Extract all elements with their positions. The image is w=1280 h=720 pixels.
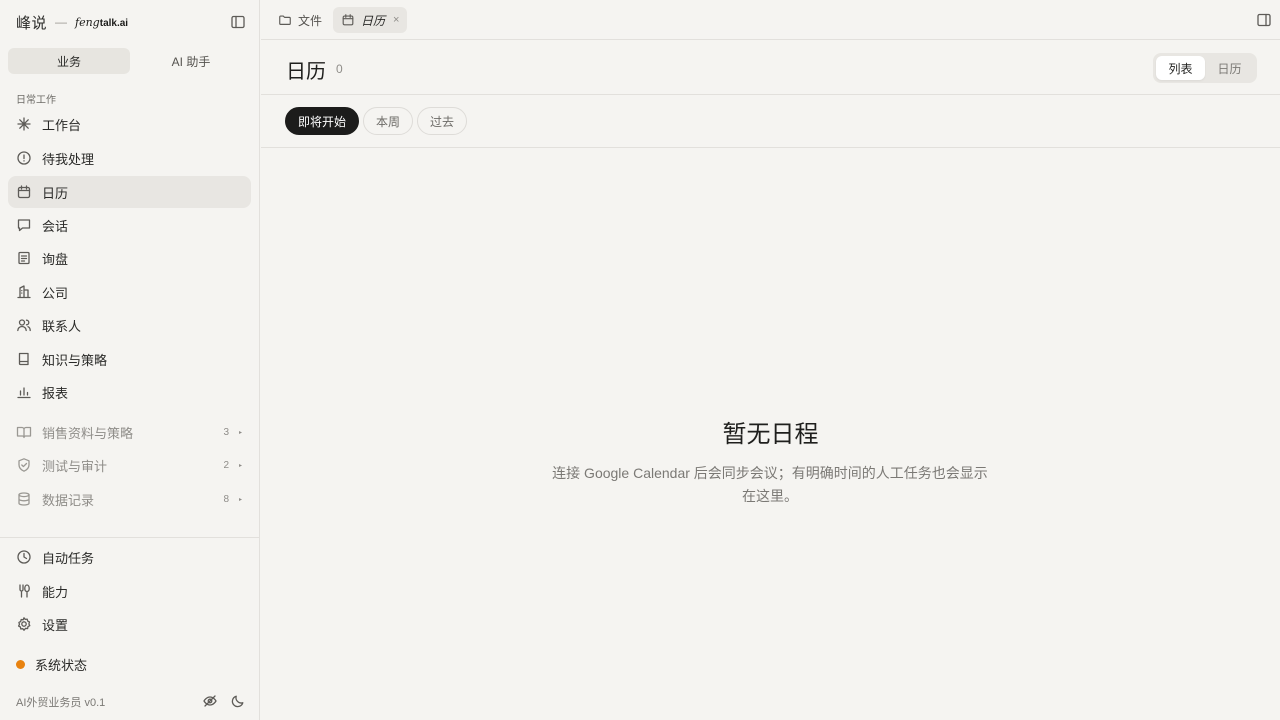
sidebar-item-settings[interactable]: 设置 [8, 608, 251, 640]
sidebar-item-knowledge[interactable]: 知识与策略 [8, 343, 251, 375]
sidebar-item-calendar[interactable]: 日历 [8, 176, 251, 208]
book-icon [16, 351, 32, 367]
inquiry-doc-icon [16, 250, 32, 266]
tab-label: 日历 [361, 13, 386, 28]
group-count: 3 [223, 426, 229, 438]
empty-state: 暂无日程 连接 Google Calendar 后会同步会议；有明确时间的人工任… [261, 148, 1280, 720]
shield-check-icon [16, 457, 32, 473]
clock-icon [16, 549, 32, 565]
tab-label: 文件 [298, 13, 323, 28]
sidebar-item-label: 会话 [42, 218, 69, 234]
chat-bubble-icon [16, 217, 32, 233]
alert-circle-icon [16, 150, 32, 166]
section-label-daily-work: 日常工作 [16, 95, 56, 106]
mode-tab-business[interactable]: 业务 [8, 48, 130, 74]
gear-icon [16, 616, 32, 632]
status-label: 系统状态 [35, 657, 88, 673]
view-calendar-button[interactable]: 日历 [1205, 56, 1254, 80]
sidebar-item-capabilities[interactable]: 能力 [8, 575, 251, 607]
expand-caret-icon: ▸ [238, 496, 242, 503]
brand: 峰说 — fengtalk.ai [16, 12, 128, 32]
sidebar-item-contacts[interactable]: 联系人 [8, 309, 251, 341]
brand-domain-bold: talk.ai [99, 17, 129, 29]
calendar-icon [341, 13, 361, 27]
sidebar: 峰说 — fengtalk.ai 业务 AI 助手 日常工作 工作台 待我处理 … [0, 0, 260, 720]
empty-description: 连接 Google Calendar 后会同步会议；有明确时间的人工任务也会显示… [552, 465, 988, 504]
sidebar-item-label: 公司 [42, 285, 69, 301]
sidebar-item-label: 报表 [42, 385, 69, 401]
sidebar-group-sales-materials[interactable]: 销售资料与策略 3 ▸ [8, 416, 251, 448]
sidebar-divider [0, 537, 259, 538]
sidebar-item-auto-tasks[interactable]: 自动任务 [8, 541, 251, 573]
sidebar-item-pending[interactable]: 待我处理 [8, 142, 251, 174]
sidebar-item-label: 待我处理 [42, 151, 95, 167]
sidebar-item-label: 能力 [42, 584, 69, 600]
filter-past[interactable]: 过去 [417, 107, 467, 135]
expand-caret-icon: ▸ [238, 429, 242, 436]
brand-domain-italic: feng [75, 15, 100, 29]
sidebar-group-label: 测试与审计 [42, 458, 108, 474]
empty-title: 暂无日程 [722, 420, 819, 448]
sidebar-collapse-icon[interactable] [230, 14, 246, 30]
calendar-icon [16, 184, 32, 200]
sidebar-group-label: 销售资料与策略 [42, 425, 134, 441]
right-panel-toggle-icon[interactable] [1256, 12, 1272, 28]
mode-tabs: 业务 AI 助手 [8, 48, 252, 74]
sparkle-icon [16, 116, 32, 132]
folder-icon [278, 13, 298, 27]
sidebar-group-label: 数据记录 [42, 492, 95, 508]
sidebar-group-testing-audit[interactable]: 测试与审计 2 ▸ [8, 449, 251, 481]
open-book-icon [16, 424, 32, 440]
sidebar-item-label: 自动任务 [42, 550, 95, 566]
sidebar-item-label: 知识与策略 [42, 352, 108, 368]
sidebar-item-label: 日历 [42, 185, 69, 201]
page-title: 日历 [286, 59, 326, 83]
filter-this-week[interactable]: 本周 [363, 107, 413, 135]
brand-dash: — [55, 15, 68, 29]
brand-domain: fengtalk.ai [75, 16, 128, 29]
users-icon [16, 317, 32, 333]
status-dot [16, 659, 25, 669]
app-version: AI外贸业务员 v0.1 [16, 697, 106, 709]
sidebar-item-label: 联系人 [42, 318, 82, 334]
view-toggle: 列表 日历 [1153, 53, 1257, 83]
eye-off-icon[interactable] [202, 693, 218, 709]
database-icon [16, 491, 32, 507]
building-icon [16, 284, 32, 300]
sidebar-item-label: 询盘 [42, 251, 69, 267]
sidebar-item-label: 设置 [42, 617, 69, 633]
filter-upcoming[interactable]: 即将开始 [285, 107, 359, 135]
expand-caret-icon: ▸ [238, 462, 242, 469]
tab-files[interactable]: 文件 [270, 7, 330, 33]
close-icon[interactable]: × [393, 14, 399, 26]
group-count: 2 [223, 459, 229, 471]
tab-calendar[interactable]: 日历 × [333, 7, 408, 33]
sidebar-group-data-records[interactable]: 数据记录 8 ▸ [8, 483, 251, 515]
sidebar-item-inquiries[interactable]: 询盘 [8, 242, 251, 274]
filter-bar: 即将开始 本周 过去 [261, 95, 1280, 148]
system-status[interactable]: 系统状态 [16, 655, 87, 673]
view-list-button[interactable]: 列表 [1156, 56, 1205, 80]
page-header: 日历 0 列表 日历 [261, 40, 1280, 95]
mode-tab-ai-assistant[interactable]: AI 助手 [130, 48, 252, 74]
sidebar-item-reports[interactable]: 报表 [8, 376, 251, 408]
event-count: 0 [336, 62, 343, 76]
file-tab-bar: 文件 日历 × [261, 0, 1280, 40]
group-count: 8 [223, 493, 229, 505]
sidebar-item-label: 工作台 [42, 117, 82, 133]
sidebar-item-workbench[interactable]: 工作台 [8, 108, 251, 140]
moon-icon[interactable] [230, 693, 246, 709]
sidebar-item-conversations[interactable]: 会话 [8, 209, 251, 241]
brand-name: 峰说 [16, 14, 48, 32]
sidebar-item-companies[interactable]: 公司 [8, 276, 251, 308]
tools-icon [16, 583, 32, 599]
bar-chart-icon [16, 384, 32, 400]
